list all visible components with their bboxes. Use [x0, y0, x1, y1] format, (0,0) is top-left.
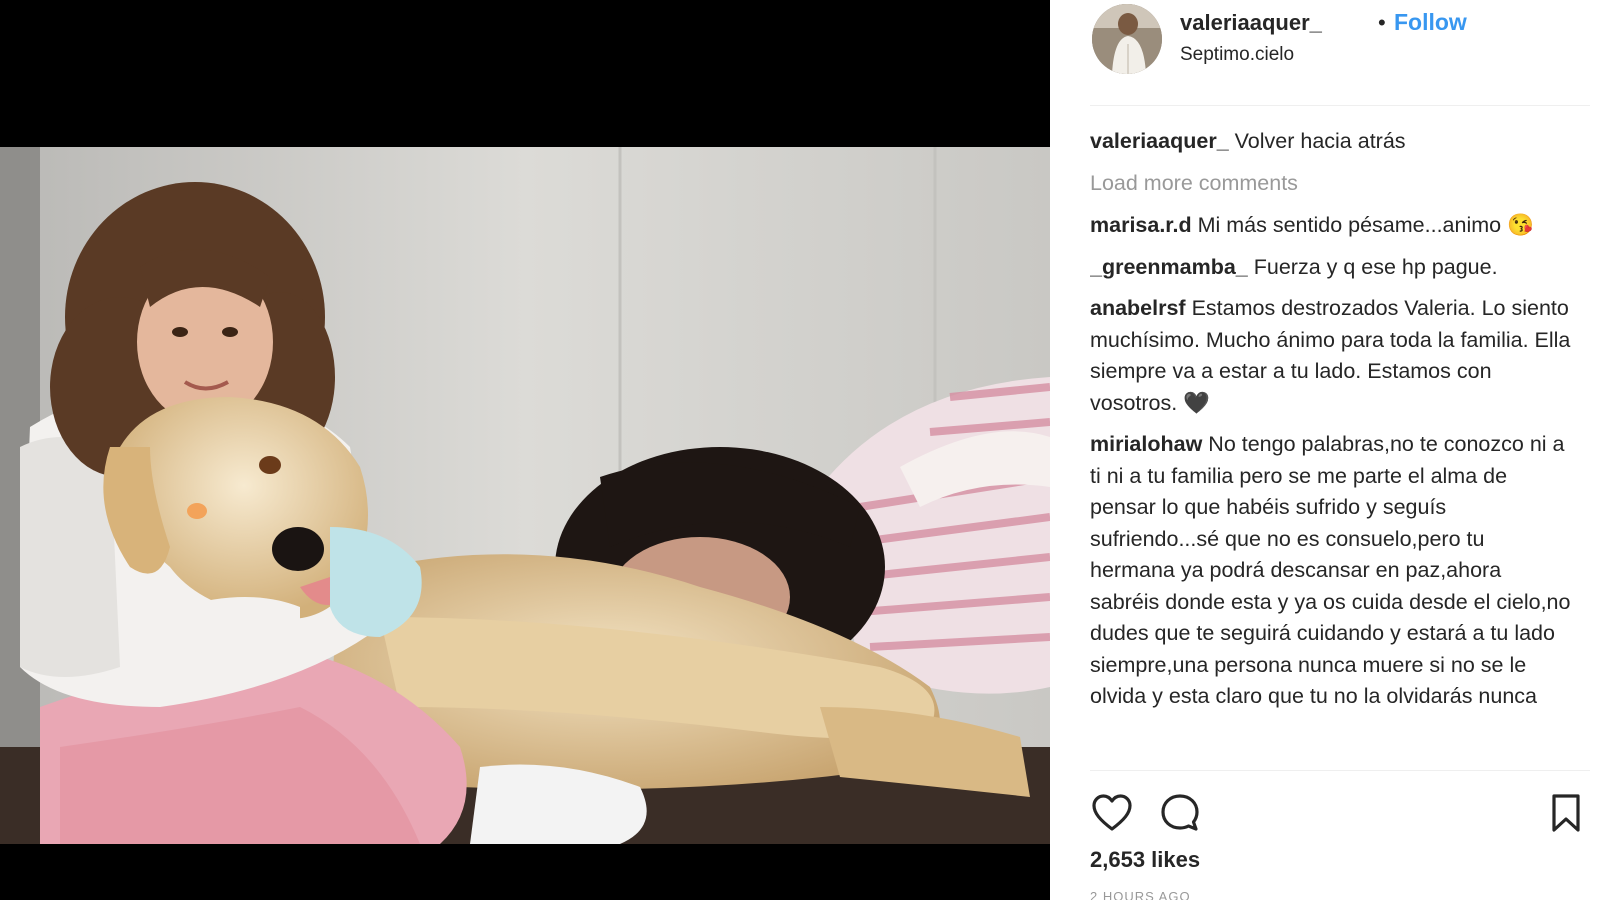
likes-count[interactable]: 2,653 likes — [1090, 847, 1200, 873]
comment-item: anabelrsf Estamos destrozados Valeria. L… — [1090, 293, 1572, 419]
comment-bubble-icon[interactable] — [1158, 791, 1202, 835]
comment-username[interactable]: anabelrsf — [1090, 296, 1186, 320]
post-side-panel: valeriaaquer_ • Follow Septimo.cielo val… — [1050, 0, 1600, 900]
comment-item: mirialohaw No tengo palabras,no te conoz… — [1090, 429, 1572, 713]
post-author-username[interactable]: valeriaaquer_ — [1180, 10, 1322, 36]
separator-dot: • — [1378, 10, 1386, 35]
bookmark-icon[interactable] — [1544, 791, 1588, 835]
caption-username[interactable]: valeriaaquer_ — [1090, 129, 1229, 153]
post-media-panel — [0, 0, 1050, 900]
post-header: valeriaaquer_ • Follow Septimo.cielo — [1090, 0, 1590, 106]
comments-list[interactable]: valeriaaquer_ Volver hacia atrás Load mo… — [1090, 126, 1572, 768]
caption: valeriaaquer_ Volver hacia atrás — [1090, 126, 1572, 158]
post-actions: 2,653 likes 2 HOURS AGO — [1090, 770, 1590, 900]
heart-icon[interactable] — [1090, 791, 1134, 835]
avatar[interactable] — [1092, 4, 1162, 74]
follow-button[interactable]: Follow — [1394, 9, 1467, 36]
comment-text: Mi más sentido pésame...animo 😘 — [1197, 213, 1534, 237]
comment-item: _greenmamba_ Fuerza y q ese hp pague. — [1090, 252, 1572, 284]
comment-text: No tengo palabras,no te conozco ni a ti … — [1090, 432, 1571, 708]
load-more-comments-button[interactable]: Load more comments — [1090, 168, 1572, 200]
post-location[interactable]: Septimo.cielo — [1180, 44, 1294, 66]
comment-username[interactable]: mirialohaw — [1090, 432, 1202, 456]
caption-text: Volver hacia atrás — [1234, 129, 1406, 153]
comment-text: Fuerza y q ese hp pague. — [1253, 254, 1498, 279]
comment-username[interactable]: marisa.r.d — [1090, 213, 1192, 237]
post-photo[interactable] — [0, 147, 1050, 844]
comment-username[interactable]: _greenmamba_ — [1090, 255, 1248, 279]
post-photo-image — [0, 147, 1050, 844]
post-timestamp: 2 HOURS AGO — [1090, 889, 1191, 900]
comment-item: marisa.r.d Mi más sentido pésame...animo… — [1090, 210, 1572, 242]
